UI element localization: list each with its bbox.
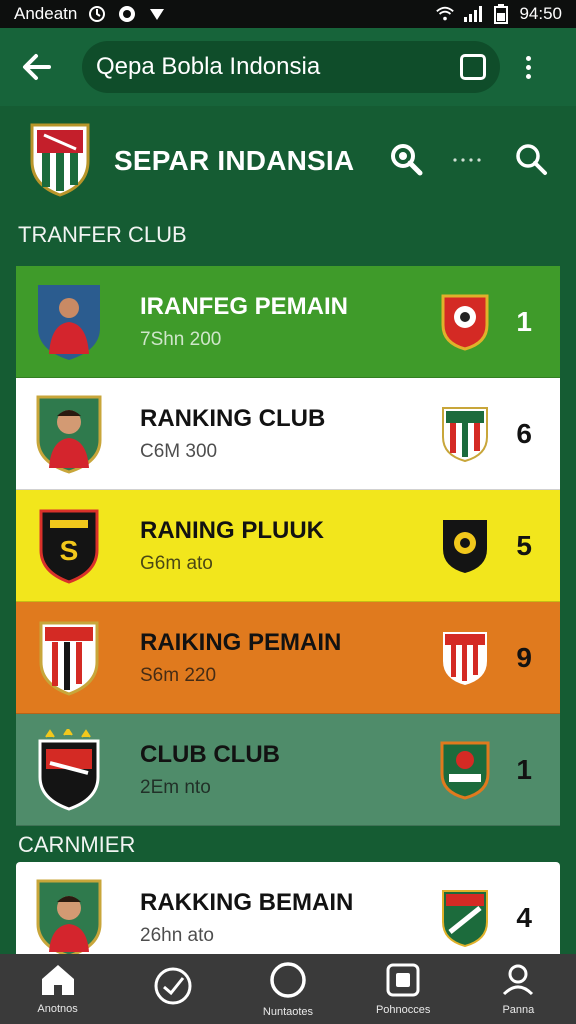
club-badge-icon: S <box>34 506 104 586</box>
list-item[interactable]: RANKING CLUB C6M 300 6 <box>16 378 560 490</box>
list-item[interactable]: IRANFEG PEMAIN 7Shn 200 1 <box>16 266 560 378</box>
item-title: RAIKING PEMAIN <box>140 628 342 656</box>
signal-icon <box>463 4 483 24</box>
circle-icon <box>268 960 308 1003</box>
location-icon <box>147 4 167 24</box>
search-bar[interactable] <box>82 41 500 93</box>
nav-label: Pohnocces <box>375 1004 431 1016</box>
square-icon[interactable] <box>460 54 486 80</box>
home-icon <box>40 963 76 1000</box>
nav-label: Anotnos <box>37 1003 78 1015</box>
app-icon <box>117 4 137 24</box>
item-subtitle: S6m 220 <box>140 664 217 686</box>
nav-results[interactable]: Pohnocces <box>348 962 458 1016</box>
search-input[interactable] <box>96 53 452 81</box>
page-title: SEPAR INDANSIA <box>114 145 355 176</box>
wifi-icon <box>435 4 455 24</box>
more-vertical-icon[interactable] <box>518 47 538 87</box>
club-crest-icon <box>438 404 492 464</box>
list-item[interactable]: RAIKING PEMAIN S6m 220 9 <box>16 602 560 714</box>
player-avatar <box>34 394 104 474</box>
nav-label: Nuntaotes <box>262 1006 314 1018</box>
app-bar <box>0 28 576 106</box>
club-badge-icon <box>34 728 104 811</box>
item-title: RANKING CLUB <box>140 404 326 432</box>
nav-label: Panna <box>502 1004 535 1016</box>
transfer-list: IRANFEG PEMAIN 7Shn 200 1 RANKING CLUB C… <box>16 266 560 826</box>
nav-profile[interactable]: Panna <box>463 962 573 1016</box>
carrier-label: Andeatn <box>14 4 78 23</box>
list-item[interactable]: S RANING PLUUK G6m ato 5 <box>16 490 560 602</box>
item-subtitle: 26hn ato <box>140 924 214 946</box>
club-logo <box>28 121 92 202</box>
item-title: RAKKING BEMAIN <box>140 888 354 916</box>
section-label-transfer: TRANFER CLUB <box>18 222 187 247</box>
club-crest-icon <box>438 888 492 948</box>
player-avatar <box>34 878 104 958</box>
item-subtitle: 2Em nto <box>140 776 211 798</box>
search-icon[interactable] <box>388 141 424 182</box>
rank-number: 1 <box>516 305 532 337</box>
nav-home[interactable]: Anotnos <box>3 963 113 1015</box>
club-badge-icon <box>34 618 104 698</box>
rank-number: 6 <box>516 417 532 449</box>
clock-label: 94:50 <box>519 4 562 23</box>
page-header: SEPAR INDANSIA <box>0 106 576 216</box>
rank-number: 9 <box>516 641 532 673</box>
nav-news[interactable]: Nuntaotes <box>233 960 343 1018</box>
rank-number: 1 <box>516 753 532 785</box>
square-badge-icon <box>385 962 421 1001</box>
notification-icon <box>87 4 107 24</box>
item-title: RANING PLUUK <box>140 516 324 544</box>
nav-activity[interactable] <box>118 966 228 1012</box>
rank-number: 5 <box>516 529 532 561</box>
item-subtitle: G6m ato <box>140 552 213 574</box>
dots-icon <box>452 152 486 170</box>
battery-icon <box>491 4 511 24</box>
rank-number: 4 <box>516 901 532 933</box>
club-crest-icon <box>438 516 492 576</box>
svg-text:S: S <box>60 535 79 566</box>
clock-check-icon <box>153 966 193 1009</box>
profile-icon <box>500 962 536 1001</box>
item-title: CLUB CLUB <box>140 740 280 768</box>
search-icon[interactable] <box>514 142 548 181</box>
list-item[interactable]: CLUB CLUB 2Em nto 1 <box>16 714 560 826</box>
arrow-left-icon[interactable] <box>14 44 60 90</box>
item-subtitle: 7Shn 200 <box>140 328 222 350</box>
status-bar: Andeatn 94:50 <box>0 0 576 28</box>
bottom-nav: Anotnos Nuntaotes Pohnocces Panna <box>0 954 576 1024</box>
player-avatar <box>34 282 104 362</box>
club-crest-icon <box>438 628 492 688</box>
item-title: IRANFEG PEMAIN <box>140 292 349 320</box>
club-crest-icon <box>438 292 492 352</box>
section-label-second: CARNMIER <box>18 832 136 857</box>
item-subtitle: C6M 300 <box>140 440 218 462</box>
club-crest-icon <box>438 740 492 800</box>
